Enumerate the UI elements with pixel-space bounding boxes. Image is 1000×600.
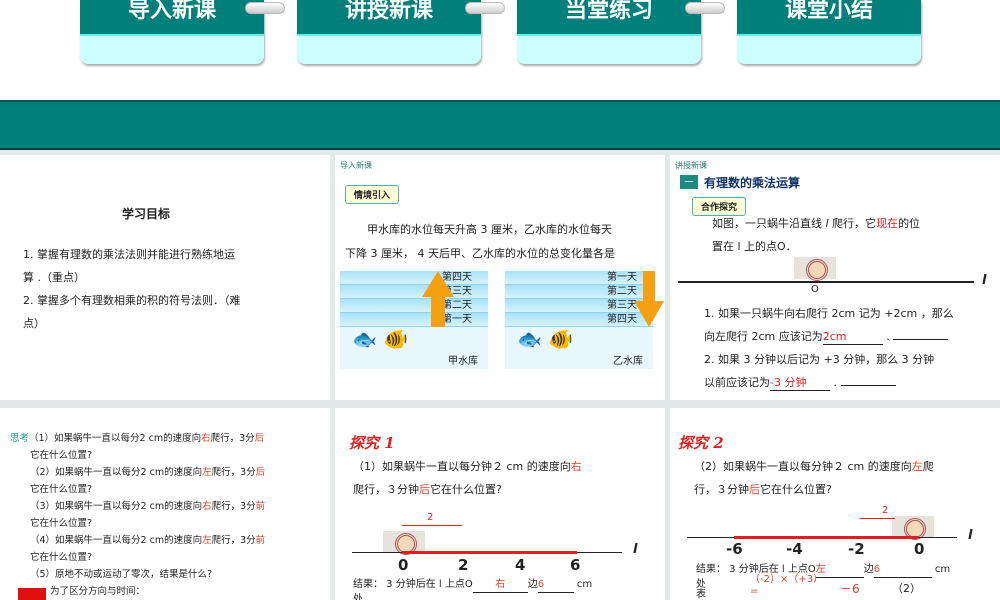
expression: （-2）×（+3）= (750, 574, 819, 597)
tick-label: 0 (914, 540, 925, 558)
path-segment (402, 551, 577, 554)
tab-label: 课堂小结 (737, 0, 921, 36)
slide-title: 探究 2 (678, 434, 724, 452)
title-banner (0, 100, 1000, 150)
ring-connector (465, 2, 505, 14)
goal-line: 2. 掌握多个有理数相乘的积的符号法则．（难 (23, 294, 241, 307)
question-text: 1. 如果一只蜗牛向右爬行 2cm 记为 +2cm ，那么 (704, 307, 954, 320)
tab-new-lesson[interactable]: 讲授新课 (297, 0, 481, 64)
tab-label: 导入新课 (80, 0, 264, 36)
question-text: （1）如果蜗牛一直以每分钟２ cm 的速度向右 (353, 460, 582, 473)
tab-summary[interactable]: 课堂小结 (737, 0, 921, 64)
step-label: 2 (882, 505, 889, 516)
result-text: 结果： 3 分钟后在 l 上点O 右边6 cm (353, 573, 592, 596)
intro-line: 置在 l 上的点O． (712, 240, 797, 253)
number-line (678, 281, 974, 283)
day-label: 第二天 (505, 285, 653, 299)
question-text: 爬行，３分钟后它在什么位置? (353, 483, 502, 496)
day-label: 第一天 (505, 271, 653, 285)
slide-explore-2[interactable]: 探究 2 （2）如果蜗牛一直以每分钟２ cm 的速度向左爬 行，３分钟后它在什么… (670, 408, 1000, 600)
axis-label: l (982, 273, 987, 288)
section-label: 导入新课 (340, 161, 372, 170)
heading-number: 一 (680, 175, 698, 189)
expression-value: －6 (840, 582, 860, 596)
question-text: （2）如果蜗牛一直以每分钟２ cm 的速度向左爬 (694, 460, 934, 473)
tick-label: -2 (848, 540, 865, 558)
origin-label: O (811, 284, 819, 295)
section-label: 讲授新课 (675, 161, 707, 170)
red-arrow-icon (18, 588, 46, 600)
slide-title: 探究 1 (349, 434, 395, 452)
problem-text: 下降 3 厘米， 4 天后甲、乙水库的水位的总变化量各是 (345, 247, 615, 260)
goal-line: 1. 掌握有理数的乘法法则并能进行熟练地运 (23, 248, 235, 261)
result-tail: 处 (353, 594, 363, 600)
reservoir-b: 第一天 第二天 第三天 第四天 🐟 🐠 乙水库 (505, 271, 664, 369)
slide-title: 学习目标 (122, 207, 171, 221)
day-label: 第四天 (340, 271, 488, 285)
slide-multiplication[interactable]: 讲授新课 一 有理数的乘法运算 合作探究 如图，一只蜗牛沿直线 l 爬行，它现在… (670, 155, 1000, 400)
arrow-up-icon (431, 297, 445, 327)
day-label: 第三天 (340, 285, 488, 299)
tick-label: -6 (726, 540, 743, 558)
ring-connector (685, 2, 725, 14)
slide-grid: 学习目标 1. 掌握有理数的乘法法则并能进行熟练地运 算 .（重点） 2. 掌握… (0, 150, 1000, 600)
path-segment (734, 536, 918, 539)
snail-image (794, 257, 836, 281)
tick-label: 6 (570, 556, 581, 574)
step-label: 2 (427, 512, 434, 523)
ring-connector (245, 2, 285, 14)
slide-learning-goals[interactable]: 学习目标 1. 掌握有理数的乘法法则并能进行熟练地运 算 .（重点） 2. 掌握… (0, 155, 330, 400)
day-label: 第二天 (340, 299, 488, 313)
slide-think[interactable]: 思考（1）如果蜗牛一直以每分2 cm的速度向右爬行，3分后 它在什么位置? （2… (0, 408, 330, 600)
reservoir-a: 第四天 第三天 第二天 第一天 🐟 🐠 甲水库 (340, 271, 488, 369)
tab-label: 讲授新课 (297, 0, 481, 36)
arrow-up-icon (422, 271, 454, 297)
snail-image (892, 516, 934, 540)
question-text: 行，３分钟后它在什么位置? (694, 483, 832, 496)
axis-label: l (633, 542, 638, 557)
tick-label: 2 (458, 556, 469, 574)
arrow-down-icon (634, 301, 664, 327)
tank-label: 乙水库 (613, 356, 643, 367)
snail-image (383, 531, 425, 555)
tick-label: 0 (398, 556, 409, 574)
question-text: 2. 如果 3 分钟以后记为 +3 分钟，那么 3 分钟 (704, 353, 935, 366)
problem-text: 甲水库的水位每天升高 3 厘米，乙水库的水位每天 (367, 223, 612, 236)
result-tail: 处表 (696, 579, 706, 600)
tab-import-lesson[interactable]: 导入新课 (80, 0, 264, 64)
axis-label: l (968, 528, 973, 543)
result-text: 结果： 3 分钟后在 l 上点O左 边6 cm (696, 558, 950, 581)
think-questions: 思考（1）如果蜗牛一直以每分2 cm的速度向右爬行，3分后 它在什么位置? （2… (10, 430, 330, 600)
tick-label: -4 (786, 540, 803, 558)
heading: 有理数的乘法运算 (704, 176, 801, 190)
intro-line: 如图，一只蜗牛沿直线 l 爬行，它现在的位 (712, 217, 921, 230)
goal-line: 算 .（重点） (23, 271, 85, 284)
day-label: 第三天 (505, 299, 653, 313)
slide-situation[interactable]: 导入新课 情境引入 甲水库的水位每天升高 3 厘米，乙水库的水位每天 下降 3 … (335, 155, 665, 400)
slide-explore-1[interactable]: 探究 1 （1）如果蜗牛一直以每分钟２ cm 的速度向右 爬行，３分钟后它在什么… (335, 408, 665, 600)
arrow-down-icon (643, 271, 655, 301)
question-text: 向左爬行 2cm 应该记为2cm . (704, 325, 949, 348)
tick-label: 4 (515, 556, 526, 574)
tab-label: 当堂练习 (517, 0, 701, 36)
step-arrow (402, 525, 462, 526)
question-text: 以前应该记为-3 分钟 . (704, 371, 896, 394)
day-label: 第四天 (505, 313, 653, 327)
goal-line: 点） (23, 317, 45, 330)
item-label: （2） (892, 582, 921, 595)
day-label: 第一天 (340, 313, 488, 327)
tab-practice[interactable]: 当堂练习 (517, 0, 701, 64)
situation-pill: 情境引入 (345, 185, 400, 204)
step-arrow (860, 518, 895, 519)
tank-label: 甲水库 (448, 356, 478, 367)
